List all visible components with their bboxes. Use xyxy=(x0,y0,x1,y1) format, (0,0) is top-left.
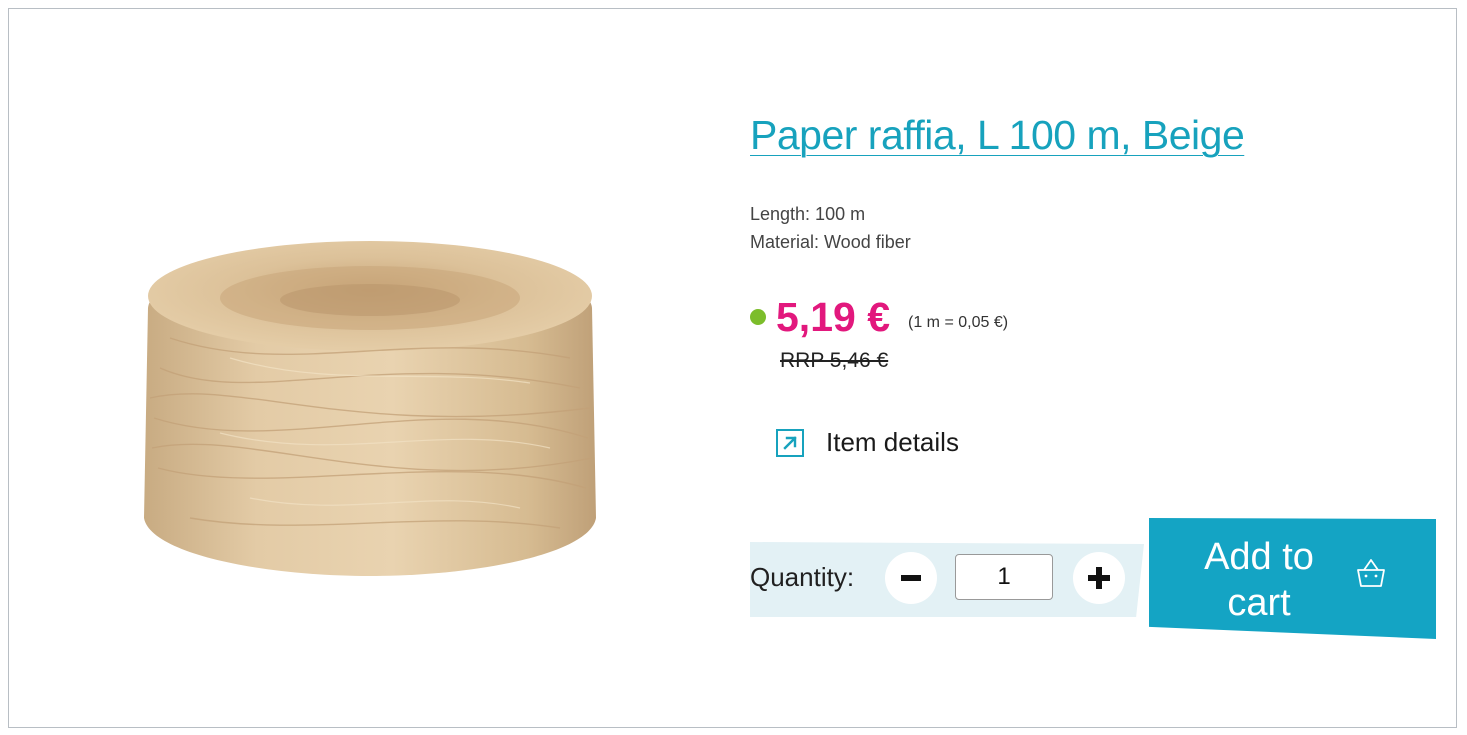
spec-length: Length: 100 m xyxy=(750,204,866,224)
quantity-decrease-button[interactable] xyxy=(885,552,937,604)
plus-icon xyxy=(1088,567,1110,589)
price-row: 5,19 € (1 m = 0,05 €) xyxy=(750,292,1008,342)
external-link-arrow-icon xyxy=(776,428,804,457)
item-details-link[interactable]: Item details xyxy=(776,427,959,458)
product-title[interactable]: Paper raffia, L 100 m, Beige xyxy=(750,112,1245,159)
item-details-label: Item details xyxy=(826,427,959,457)
raffia-roll-image xyxy=(144,241,596,576)
price: 5,19 € xyxy=(776,293,890,340)
quantity-input[interactable] xyxy=(955,554,1053,600)
product-image[interactable] xyxy=(130,218,610,578)
rrp-price: RRP 5,46 € xyxy=(780,349,889,372)
spec-material: Material: Wood fiber xyxy=(750,232,911,252)
availability-dot xyxy=(750,309,766,325)
quantity-label: Quantity: xyxy=(750,562,855,592)
add-to-cart-label: Add to cart xyxy=(1179,534,1339,626)
quantity-increase-button[interactable] xyxy=(1073,552,1125,604)
product-specs: Length: 100 m Material: Wood fiber xyxy=(750,200,911,256)
add-to-cart-line1: Add to xyxy=(1204,536,1314,578)
basket-icon xyxy=(1357,559,1385,587)
add-to-cart-line2: cart xyxy=(1227,582,1291,624)
unit-price: (1 m = 0,05 €) xyxy=(908,314,1009,331)
minus-icon xyxy=(901,575,921,581)
add-to-cart-button[interactable]: Add to cart xyxy=(1149,518,1436,639)
